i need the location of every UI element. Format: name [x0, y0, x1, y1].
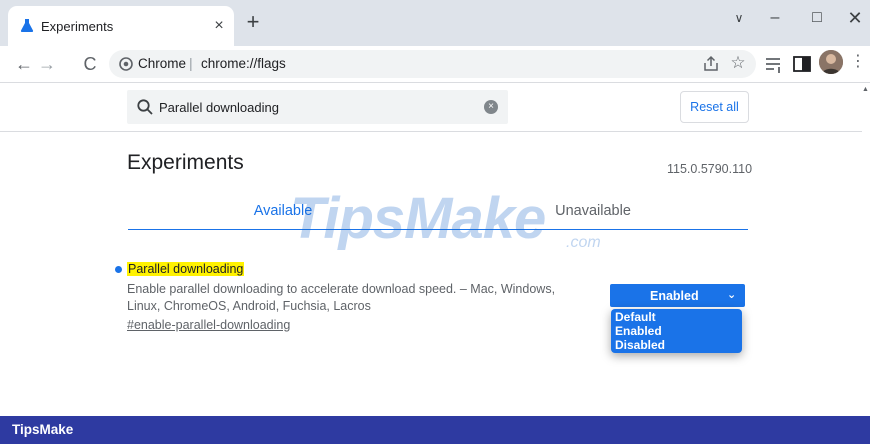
menu-kebab-icon[interactable]: ⋮: [850, 50, 866, 74]
bookmark-star-icon[interactable]: ☆: [728, 53, 748, 73]
search-box[interactable]: ×: [127, 90, 508, 124]
address-separator: |: [189, 55, 193, 71]
flags-header: × Reset all: [0, 83, 862, 132]
close-window-button[interactable]: ✕: [838, 6, 870, 30]
option-default[interactable]: Default: [615, 310, 735, 324]
share-icon[interactable]: [701, 54, 721, 74]
reload-button[interactable]: C: [77, 51, 103, 77]
minimize-button[interactable]: –: [758, 6, 792, 30]
browser-toolbar: ← → C Chrome | chrome://flags ☆: [0, 46, 870, 83]
watermark: TipsMake: [290, 186, 546, 251]
search-input[interactable]: [159, 90, 469, 124]
new-tab-button[interactable]: +: [241, 10, 265, 34]
tab-experiments[interactable]: Experiments ×: [8, 6, 234, 46]
forward-button[interactable]: →: [34, 51, 60, 77]
watermark-suffix: .com: [566, 234, 601, 251]
scroll-up-arrow-icon[interactable]: ▲: [862, 86, 870, 96]
profile-photo-icon: [819, 50, 843, 74]
chevron-down-icon: ⌄: [727, 289, 737, 301]
experiment-permalink[interactable]: #enable-parallel-downloading: [127, 318, 290, 332]
clear-search-icon[interactable]: ×: [484, 100, 498, 114]
footer-banner: TipsMake: [0, 416, 870, 444]
address-origin: Chrome: [138, 56, 187, 71]
select-dropdown-list: Default Enabled Disabled: [611, 309, 742, 353]
title-bar: Experiments × + ∨ – □ ✕: [0, 0, 870, 46]
footer-brand: TipsMake: [12, 422, 74, 437]
address-url: chrome://flags: [201, 56, 286, 71]
close-tab-icon[interactable]: ×: [208, 15, 230, 37]
search-icon: [137, 99, 153, 115]
option-disabled[interactable]: Disabled: [615, 338, 735, 352]
reading-list-icon[interactable]: [764, 52, 784, 76]
experiment-state-select[interactable]: Enabled ⌄: [610, 284, 745, 307]
modified-indicator-dot: [115, 266, 122, 273]
flask-icon: [20, 19, 34, 32]
tab-title: Experiments: [41, 19, 114, 34]
experiment-description: Enable parallel downloading to accelerat…: [127, 282, 556, 313]
maximize-button[interactable]: □: [800, 6, 834, 30]
page-title: Experiments: [127, 151, 244, 174]
select-value: Enabled: [650, 289, 699, 303]
option-enabled[interactable]: Enabled: [615, 324, 735, 338]
reset-all-button[interactable]: Reset all: [680, 91, 749, 123]
chrome-icon: [119, 57, 133, 71]
avatar[interactable]: [819, 50, 843, 74]
side-panel-icon[interactable]: [792, 54, 812, 74]
experiment-title: Parallel downloading: [127, 262, 245, 276]
address-bar[interactable]: Chrome | chrome://flags ☆: [109, 50, 756, 78]
version-label: 115.0.5790.110: [667, 162, 753, 176]
tab-search-button[interactable]: ∨: [727, 6, 751, 30]
